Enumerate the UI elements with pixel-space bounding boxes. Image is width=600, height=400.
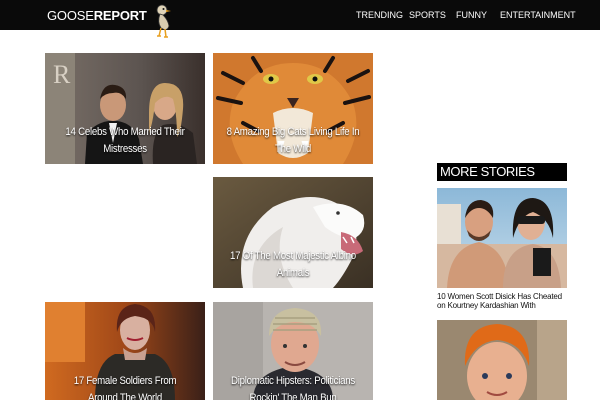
nav-funny[interactable]: FUNNY xyxy=(456,0,487,30)
nav-sports[interactable]: SPORTS xyxy=(409,0,446,30)
article-title[interactable]: 17 Female Soldiers From Around The World xyxy=(58,373,192,400)
logo-text-light: GOOSE xyxy=(47,8,94,23)
sidebar-story-caption[interactable]: 10 Women Scott Disick Has Cheated on Kou… xyxy=(437,292,567,310)
article-card-female-soldiers[interactable]: 17 Female Soldiers From Around The World xyxy=(45,302,205,400)
site-logo[interactable]: GOOSEREPORT xyxy=(47,9,147,23)
top-navigation-bar: GOOSEREPORT TRENDING SPORTS FUNNY ENTERT… xyxy=(0,0,600,38)
svg-text:R: R xyxy=(53,60,71,89)
article-title[interactable]: 14 Celebs Who Married Their Mistresses xyxy=(58,124,192,158)
goose-mascot-icon[interactable] xyxy=(151,2,173,40)
story-image xyxy=(437,320,567,400)
nav-funny-label[interactable]: FUNNY xyxy=(456,10,487,20)
sidebar-story-thumbnail[interactable] xyxy=(437,188,567,288)
article-title[interactable]: Diplomatic Hipsters: Politicians Rockin'… xyxy=(226,373,360,400)
nav-trending-label[interactable]: TRENDING xyxy=(356,10,403,20)
article-title[interactable]: 17 Of The Most Majestic Albino Animals xyxy=(226,248,360,282)
nav-entertainment[interactable]: ENTERTAINMENT xyxy=(500,0,576,30)
article-title[interactable]: 8 Amazing Big Cats Living Life In The Wi… xyxy=(226,124,360,158)
logo-text-bold: REPORT xyxy=(93,8,147,23)
article-card-celebs[interactable]: R 14 Celebs Who Married Their Mistresses xyxy=(45,53,205,164)
more-stories-heading: MORE STORIES xyxy=(437,163,567,181)
sidebar-story-thumbnail[interactable] xyxy=(437,320,567,400)
article-card-albino-animals[interactable]: 17 Of The Most Majestic Albino Animals xyxy=(213,177,373,288)
story-image xyxy=(437,188,567,288)
nav-sports-label[interactable]: SPORTS xyxy=(409,10,446,20)
article-card-diplomatic-hipsters[interactable]: Diplomatic Hipsters: Politicians Rockin'… xyxy=(213,302,373,400)
nav-trending[interactable]: TRENDING xyxy=(356,0,403,30)
nav-entertainment-label[interactable]: ENTERTAINMENT xyxy=(500,10,576,20)
article-card-big-cats[interactable]: 8 Amazing Big Cats Living Life In The Wi… xyxy=(213,53,373,164)
